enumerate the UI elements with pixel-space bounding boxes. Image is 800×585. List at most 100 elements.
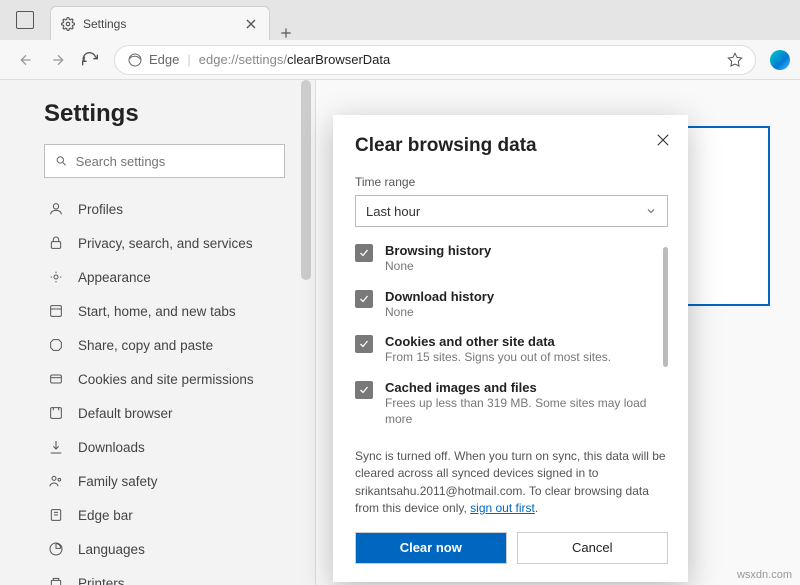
sidebar-item[interactable]: Share, copy and paste: [44, 328, 285, 362]
address-separator: |: [187, 52, 190, 67]
item-sub: None: [385, 305, 414, 319]
new-tab-button[interactable]: [270, 26, 302, 40]
sidebar-item[interactable]: Downloads: [44, 430, 285, 464]
sidebar-item[interactable]: Start, home, and new tabs: [44, 294, 285, 328]
item-title: Cached images and files: [385, 380, 668, 395]
data-type-list: Browsing historyNoneDownload historyNone…: [355, 243, 668, 442]
sidebar-scrollbar[interactable]: [301, 80, 311, 585]
nav-label: Default browser: [78, 406, 173, 421]
toolbar: Edge | edge://settings/clearBrowserData: [0, 40, 800, 80]
nav-icon: [48, 201, 64, 217]
refresh-button[interactable]: [74, 44, 106, 76]
sidebar-item[interactable]: Family safety: [44, 464, 285, 498]
clear-now-button[interactable]: Clear now: [355, 532, 507, 564]
address-url: edge://settings/clearBrowserData: [199, 52, 391, 67]
tab-overview-icon[interactable]: [16, 11, 34, 29]
sign-out-link[interactable]: sign out first: [470, 501, 535, 515]
check-icon: [358, 247, 370, 259]
item-sub: Frees up less than 319 MB. Some sites ma…: [385, 396, 646, 427]
nav-icon: [48, 269, 64, 285]
checkbox[interactable]: [355, 381, 373, 399]
favorite-icon[interactable]: [727, 52, 743, 68]
sidebar-item[interactable]: Appearance: [44, 260, 285, 294]
nav-icon: [48, 439, 64, 455]
sidebar-item[interactable]: Privacy, search, and services: [44, 226, 285, 260]
settings-nav: Profiles Privacy, search, and services App…: [44, 192, 285, 585]
nav-icon: [48, 337, 64, 353]
chevron-down-icon: [645, 205, 657, 217]
tab-title: Settings: [83, 17, 243, 31]
check-icon: [358, 293, 370, 305]
item-title: Cookies and other site data: [385, 334, 611, 349]
data-type-item: Download historyNone: [355, 289, 668, 321]
titlebar: Settings: [0, 0, 800, 40]
arrow-right-icon: [50, 52, 66, 68]
sidebar-item[interactable]: Languages: [44, 532, 285, 566]
search-input[interactable]: [76, 154, 274, 169]
watermark: wsxdn.com: [737, 569, 792, 581]
nav-icon: [48, 235, 64, 251]
settings-sidebar: Settings Profiles Privacy, search, and se…: [0, 80, 315, 585]
gear-icon: [61, 17, 75, 31]
cancel-button[interactable]: Cancel: [517, 532, 669, 564]
nav-icon: [48, 405, 64, 421]
nav-icon: [48, 371, 64, 387]
profile-icon[interactable]: [770, 50, 790, 70]
dialog-title: Clear browsing data: [355, 135, 668, 157]
nav-label: Privacy, search, and services: [78, 236, 253, 251]
nav-label: Start, home, and new tabs: [78, 304, 236, 319]
close-icon[interactable]: [654, 131, 672, 149]
sidebar-item[interactable]: Edge bar: [44, 498, 285, 532]
item-title: Browsing history: [385, 243, 491, 258]
nav-icon: [48, 507, 64, 523]
search-icon: [55, 154, 68, 168]
checkbox[interactable]: [355, 290, 373, 308]
nav-label: Family safety: [78, 474, 158, 489]
address-bar[interactable]: Edge | edge://settings/clearBrowserData: [114, 45, 756, 75]
dialog-buttons: Clear now Cancel: [355, 532, 668, 564]
item-sub: From 15 sites. Signs you out of most sit…: [385, 350, 611, 364]
check-icon: [358, 338, 370, 350]
nav-label: Cookies and site permissions: [78, 372, 254, 387]
data-type-item: Cookies and other site dataFrom 15 sites…: [355, 334, 668, 366]
close-tab-icon[interactable]: [243, 16, 259, 32]
nav-label: Printers: [78, 576, 125, 585]
item-title: Download history: [385, 289, 494, 304]
nav-icon: [48, 541, 64, 557]
nav-label: Downloads: [78, 440, 145, 455]
data-type-item: Browsing historyNone: [355, 243, 668, 275]
address-label: Edge: [149, 52, 179, 67]
nav-icon: [48, 575, 64, 585]
checkbox[interactable]: [355, 244, 373, 262]
search-settings[interactable]: [44, 144, 285, 178]
data-type-item: Cached images and filesFrees up less tha…: [355, 380, 668, 428]
sync-note: Sync is turned off. When you turn on syn…: [355, 448, 668, 518]
plus-icon: [279, 26, 293, 40]
back-button[interactable]: [10, 44, 42, 76]
sidebar-item[interactable]: Cookies and site permissions: [44, 362, 285, 396]
time-range-label: Time range: [355, 175, 668, 189]
dialog-scrollbar[interactable]: [663, 247, 668, 367]
nav-icon: [48, 473, 64, 489]
sidebar-item[interactable]: Profiles: [44, 192, 285, 226]
time-range-select[interactable]: Last hour: [355, 195, 668, 227]
time-range-value: Last hour: [366, 204, 420, 219]
sidebar-item[interactable]: Default browser: [44, 396, 285, 430]
refresh-icon: [82, 52, 98, 68]
sidebar-item[interactable]: Printers: [44, 566, 285, 585]
arrow-left-icon: [18, 52, 34, 68]
nav-label: Appearance: [78, 270, 151, 285]
titlebar-left: [0, 0, 50, 40]
edge-icon: [127, 52, 143, 68]
item-sub: None: [385, 259, 414, 273]
nav-label: Share, copy and paste: [78, 338, 213, 353]
check-icon: [358, 384, 370, 396]
clear-browsing-data-dialog: Clear browsing data Time range Last hour…: [333, 115, 688, 582]
nav-icon: [48, 303, 64, 319]
browser-tab[interactable]: Settings: [50, 6, 270, 40]
forward-button: [42, 44, 74, 76]
checkbox[interactable]: [355, 335, 373, 353]
nav-label: Profiles: [78, 202, 123, 217]
nav-label: Edge bar: [78, 508, 133, 523]
page-title: Settings: [44, 100, 285, 128]
